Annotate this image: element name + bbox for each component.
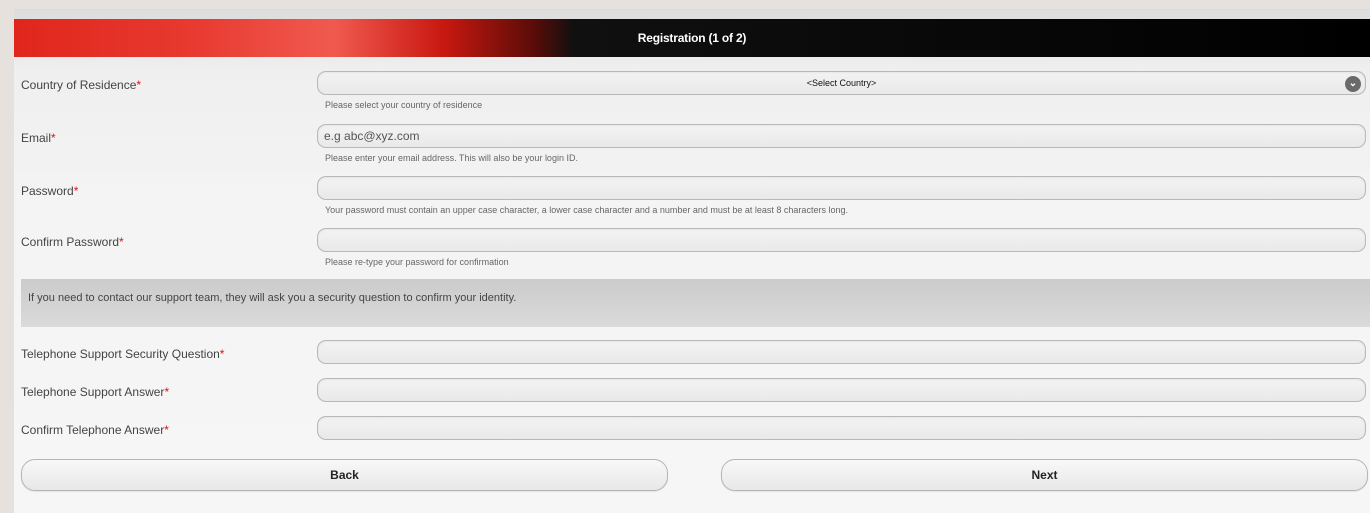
confirm-password-hint: Please re-type your password for confirm… xyxy=(325,257,509,267)
password-label: Password* xyxy=(21,184,78,198)
support-answer-field[interactable] xyxy=(324,381,1357,399)
security-question-field[interactable] xyxy=(324,343,1357,361)
confirm-password-field[interactable] xyxy=(324,231,1357,249)
email-hint: Please enter your email address. This wi… xyxy=(325,153,578,163)
page-title: Registration (1 of 2) xyxy=(637,31,747,45)
header-bar: Registration (1 of 2) xyxy=(14,19,1370,57)
info-text: If you need to contact our support team,… xyxy=(28,292,517,304)
email-field[interactable] xyxy=(324,127,1357,145)
chevron-down-icon[interactable]: ⌄ xyxy=(1345,76,1361,92)
password-field[interactable] xyxy=(324,179,1357,197)
required-marker: * xyxy=(219,347,225,361)
next-button[interactable]: Next xyxy=(721,459,1368,491)
email-label-text: Email xyxy=(21,131,52,145)
back-button[interactable]: Back xyxy=(21,459,668,491)
confirm-password-field-wrapper xyxy=(317,228,1366,252)
support-answer-field-wrapper xyxy=(317,378,1366,402)
password-field-wrapper xyxy=(317,176,1366,200)
required-marker: * xyxy=(164,385,170,399)
country-label: Country of Residence* xyxy=(21,78,141,92)
country-select-value: <Select Country> xyxy=(806,78,877,88)
info-box: If you need to contact our support team,… xyxy=(21,279,1370,327)
password-hint: Your password must contain an upper case… xyxy=(325,205,848,215)
required-marker: * xyxy=(136,78,142,92)
confirm-answer-field[interactable] xyxy=(324,419,1357,437)
country-label-text: Country of Residence xyxy=(21,78,137,92)
required-marker: * xyxy=(119,235,124,249)
email-label: Email* xyxy=(21,131,56,145)
required-marker: * xyxy=(51,131,56,145)
security-question-label-text: Telephone Support Security Question xyxy=(21,347,220,361)
confirm-answer-label: Confirm Telephone Answer* xyxy=(21,423,169,437)
country-hint: Please select your country of residence xyxy=(325,100,483,110)
email-field-wrapper xyxy=(317,124,1366,148)
required-marker: * xyxy=(73,184,79,198)
country-select[interactable]: <Select Country> ⌄ xyxy=(317,71,1366,95)
support-answer-label-text: Telephone Support Answer xyxy=(21,385,165,399)
confirm-answer-field-wrapper xyxy=(317,416,1366,440)
confirm-password-label-text: Confirm Password xyxy=(21,235,120,249)
security-question-field-wrapper xyxy=(317,340,1366,364)
registration-form: Registration (1 of 2) Country of Residen… xyxy=(14,9,1370,513)
required-marker: * xyxy=(164,423,169,437)
confirm-password-label: Confirm Password* xyxy=(21,235,124,249)
support-answer-label: Telephone Support Answer* xyxy=(21,385,169,399)
password-label-text: Password xyxy=(21,184,74,198)
security-question-label: Telephone Support Security Question* xyxy=(21,347,224,361)
confirm-answer-label-text: Confirm Telephone Answer xyxy=(21,423,165,437)
